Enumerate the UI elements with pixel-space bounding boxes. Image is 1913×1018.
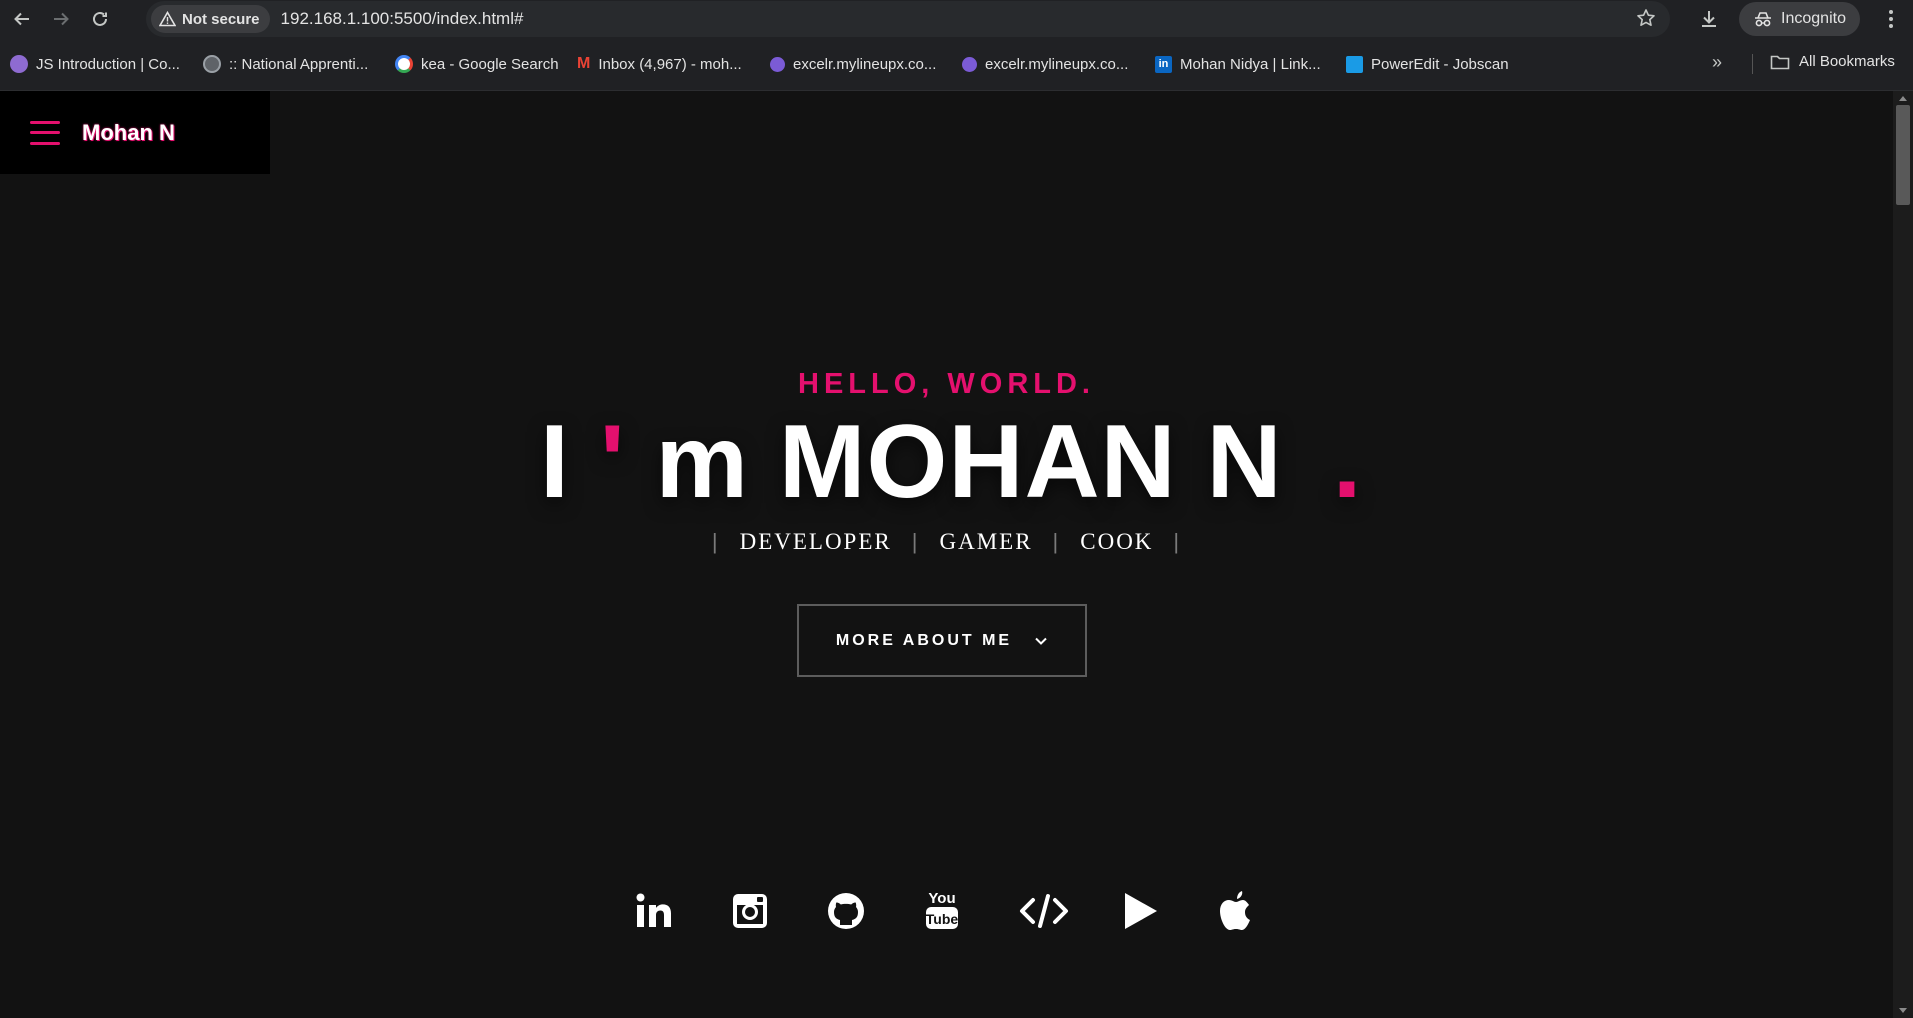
bookmark-label: :: National Apprenti... — [229, 55, 369, 73]
globe-icon — [203, 55, 221, 73]
favicon-icon — [10, 55, 28, 73]
github-icon[interactable] — [822, 887, 870, 935]
gmail-icon: M — [577, 55, 591, 72]
browser-toolbar: Not secure 192.168.1.100:5500/index.html… — [0, 0, 1913, 38]
jobscan-icon — [1346, 55, 1363, 73]
more-about-me-button[interactable]: MORE ABOUT ME — [797, 604, 1087, 677]
bookmarks-bar: JS Introduction | Co... :: National Appr… — [0, 38, 1913, 91]
all-bookmarks-button[interactable]: All Bookmarks — [1770, 53, 1895, 70]
roles-list: | DEVELOPER | GAMER | COOK | — [0, 529, 1893, 555]
youtube-icon[interactable]: You Tube — [918, 887, 966, 935]
code-icon[interactable] — [1014, 887, 1074, 935]
security-chip[interactable]: Not secure — [151, 5, 270, 33]
chevron-down-icon — [1035, 637, 1047, 645]
bookmark-label: Inbox (4,967) - moh... — [598, 55, 742, 73]
security-label: Not secure — [182, 10, 260, 28]
scroll-down-arrow-icon[interactable] — [1899, 1008, 1907, 1013]
instagram-icon[interactable] — [726, 887, 774, 935]
more-about-me-label: MORE ABOUT ME — [835, 631, 1013, 649]
reload-button[interactable] — [83, 2, 117, 36]
scroll-up-arrow-icon[interactable] — [1899, 96, 1907, 101]
chevron-double-right-icon[interactable]: » — [1712, 52, 1722, 73]
hero-title-dot: . — [1332, 404, 1363, 520]
bookmark-label: kea - Google Search — [421, 55, 559, 73]
download-button[interactable] — [1694, 4, 1724, 34]
all-bookmarks-label: All Bookmarks — [1799, 53, 1895, 70]
divider: | — [911, 529, 920, 554]
header-brand: Mohan N — [0, 91, 270, 174]
incognito-chip[interactable]: Incognito — [1739, 2, 1860, 36]
hamburger-menu-icon[interactable] — [30, 120, 60, 145]
address-bar[interactable]: Not secure 192.168.1.100:5500/index.html… — [146, 1, 1670, 37]
bookmark-item[interactable]: kea - Google Search — [395, 53, 559, 75]
hero-title: I ' m MOHAN N . — [540, 403, 1363, 523]
bookmark-item[interactable]: excelr.mylineupx.co... — [770, 53, 936, 75]
url-text[interactable]: 192.168.1.100:5500/index.html# — [281, 9, 524, 29]
divider: | — [1052, 529, 1061, 554]
bookmark-label: JS Introduction | Co... — [36, 55, 180, 73]
bookmark-label: excelr.mylineupx.co... — [793, 55, 937, 73]
page-scrollbar[interactable] — [1893, 91, 1913, 1018]
download-icon — [1702, 11, 1716, 27]
hero-title-part: I — [540, 404, 570, 520]
page-viewport: Mohan N HELLO, WORLD. I ' m MOHAN N . | … — [0, 91, 1893, 1018]
more-vertical-icon — [1889, 10, 1893, 28]
google-icon — [395, 55, 413, 73]
hero-title-name: m MOHAN N — [655, 404, 1283, 520]
scrollbar-thumb[interactable] — [1896, 105, 1910, 205]
reload-icon — [93, 11, 107, 26]
bookmark-item[interactable]: M Inbox (4,967) - moh... — [577, 53, 742, 75]
incognito-label: Incognito — [1781, 10, 1846, 27]
folder-icon — [1770, 55, 1790, 69]
svg-text:You: You — [928, 890, 955, 907]
arrow-left-icon — [14, 12, 29, 26]
bookmark-star-icon[interactable] — [1636, 8, 1656, 33]
warning-icon — [159, 11, 176, 27]
forward-button[interactable] — [44, 2, 78, 36]
bookmark-item[interactable]: in Mohan Nidya | Link... — [1155, 53, 1321, 75]
play-icon[interactable] — [1116, 887, 1164, 935]
incognito-icon — [1755, 12, 1772, 27]
favicon-icon — [962, 56, 977, 72]
hero-title-apostrophe: ' — [599, 404, 626, 520]
arrow-right-icon — [54, 12, 69, 26]
bookmark-label: PowerEdit - Jobscan — [1371, 55, 1509, 73]
linkedin-favicon-icon: in — [1155, 55, 1172, 73]
linkedin-icon[interactable] — [630, 887, 678, 935]
role-item: COOK — [1080, 529, 1154, 554]
divider — [1752, 54, 1753, 74]
divider: | — [1173, 529, 1182, 554]
favicon-icon — [770, 56, 785, 72]
bookmark-label: Mohan Nidya | Link... — [1180, 55, 1321, 73]
site-logo[interactable]: Mohan N — [82, 120, 175, 146]
browser-menu-button[interactable] — [1876, 4, 1906, 34]
bookmark-item[interactable]: JS Introduction | Co... — [10, 53, 180, 75]
apple-icon[interactable] — [1212, 887, 1260, 935]
bookmark-item[interactable]: :: National Apprenti... — [203, 53, 368, 75]
role-item: DEVELOPER — [739, 529, 892, 554]
divider: | — [711, 529, 720, 554]
role-item: GAMER — [939, 529, 1033, 554]
bookmark-item[interactable]: PowerEdit - Jobscan — [1346, 53, 1509, 75]
bookmark-item[interactable]: excelr.mylineupx.co... — [962, 53, 1128, 75]
back-button[interactable] — [5, 2, 39, 36]
greeting: HELLO, WORLD. — [798, 368, 1095, 400]
bookmark-label: excelr.mylineupx.co... — [985, 55, 1129, 73]
svg-text:Tube: Tube — [926, 911, 959, 927]
